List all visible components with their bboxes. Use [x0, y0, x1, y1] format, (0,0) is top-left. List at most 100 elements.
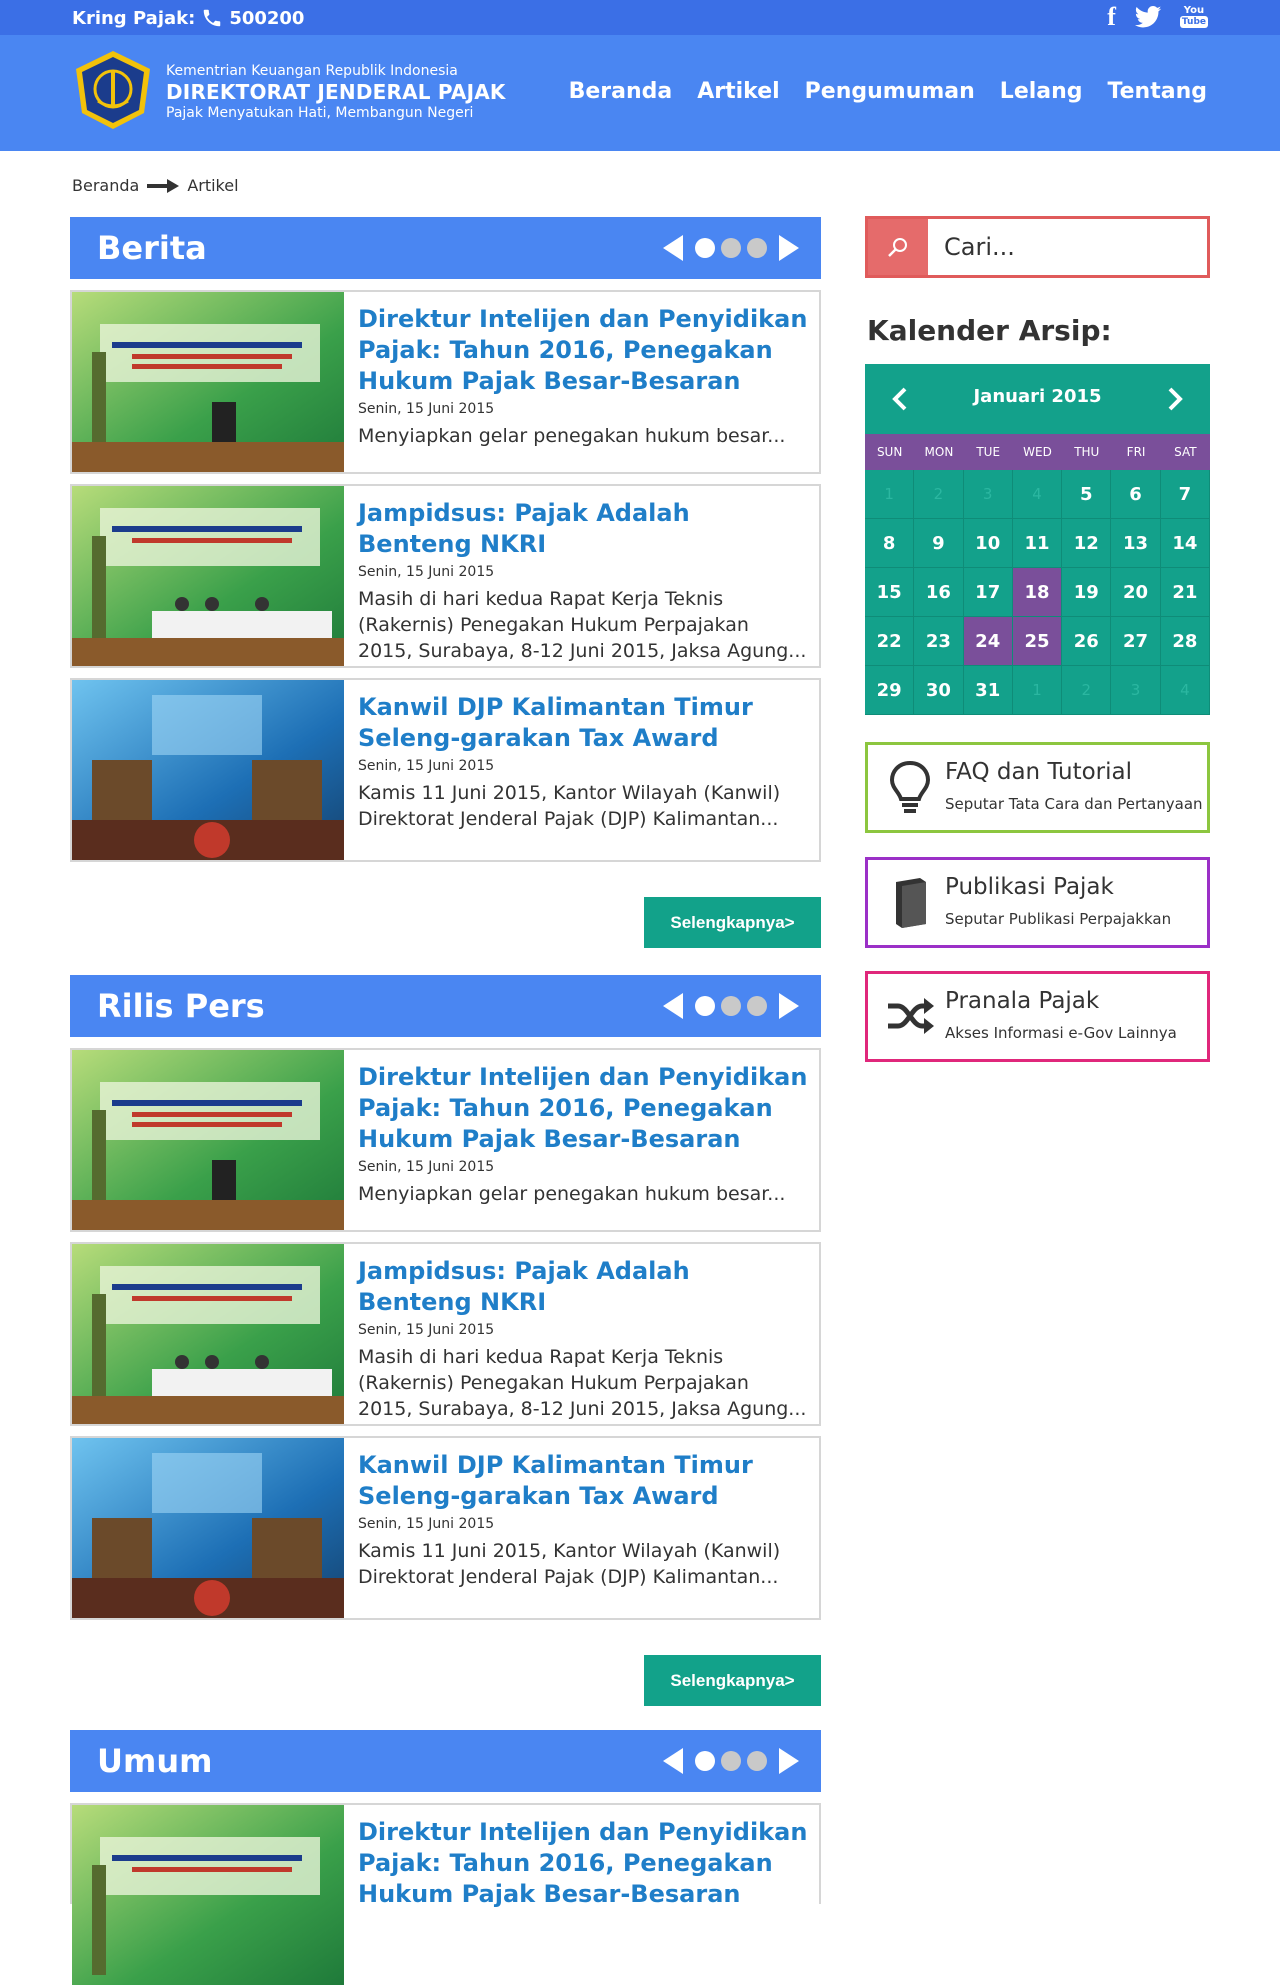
search-input[interactable] [928, 219, 1198, 275]
article-title[interactable]: Kanwil DJP Kalimantan Timur Seleng-garak… [358, 1450, 808, 1512]
weekday-label: MON [924, 445, 954, 459]
calendar-day[interactable]: 28 [1160, 617, 1210, 666]
article-thumbnail[interactable] [72, 1050, 344, 1230]
calendar-day[interactable]: 27 [1111, 617, 1161, 666]
article-title[interactable]: Kanwil DJP Kalimantan Timur Seleng-garak… [358, 692, 808, 754]
calendar-day[interactable]: 5 [1062, 470, 1112, 519]
pager-dot[interactable] [747, 1751, 767, 1771]
calendar-day[interactable]: 7 [1160, 470, 1210, 519]
calendar-day[interactable]: 23 [914, 617, 964, 666]
section-title: Rilis Pers [97, 987, 265, 1025]
calendar-day[interactable]: 13 [1111, 519, 1161, 568]
nav-lelang[interactable]: Lelang [1000, 79, 1083, 104]
main-nav: Beranda Artikel Pengumuman Lelang Tentan… [569, 79, 1207, 104]
prev-arrow-icon[interactable] [663, 993, 683, 1019]
calendar-day[interactable]: 11 [1012, 519, 1063, 568]
calendar-header: Januari 2015 [865, 364, 1210, 434]
nav-tentang[interactable]: Tentang [1108, 79, 1207, 104]
article-card[interactable]: Direktur Intelijen dan Penyidikan Pajak:… [70, 1803, 821, 1985]
article-card[interactable]: Kanwil DJP Kalimantan Timur Seleng-garak… [70, 1436, 821, 1620]
article-thumbnail[interactable] [72, 292, 344, 472]
article-date: Senin, 15 Juni 2015 [358, 401, 495, 417]
read-more-button[interactable]: Selengkapnya> [644, 897, 821, 948]
calendar-day[interactable]: 20 [1111, 568, 1161, 617]
article-title[interactable]: Jampidsus: Pajak Adalah Benteng NKRI [358, 498, 808, 560]
article-excerpt: Menyiapkan gelar penegakan hukum besar..… [358, 1183, 786, 1205]
pager-dot[interactable] [695, 238, 715, 258]
calendar-day[interactable]: 9 [914, 519, 964, 568]
pager-dot[interactable] [695, 1751, 715, 1771]
pager-dot[interactable] [721, 1751, 741, 1771]
youtube-icon[interactable]: You Tube [1179, 6, 1208, 28]
calendar-day[interactable]: 26 [1062, 617, 1112, 666]
calendar-day[interactable]: 12 [1062, 519, 1112, 568]
pager-dot[interactable] [747, 238, 767, 258]
article-card[interactable]: Direktur Intelijen dan Penyidikan Pajak:… [70, 1048, 821, 1232]
brand-text[interactable]: Kementrian Keuangan Republik Indonesia D… [166, 63, 506, 121]
article-title[interactable]: Direktur Intelijen dan Penyidikan Pajak:… [358, 1817, 808, 1910]
nav-pengumuman[interactable]: Pengumuman [805, 79, 975, 104]
calendar-day[interactable]: 15 [865, 568, 915, 617]
pager-dot[interactable] [721, 996, 741, 1016]
article-thumbnail[interactable] [72, 1438, 344, 1618]
calendar-day[interactable]: 17 [963, 568, 1013, 617]
nav-beranda[interactable]: Beranda [569, 79, 673, 104]
article-thumbnail[interactable] [72, 1805, 344, 1985]
calendar-day-outside: 3 [1111, 666, 1161, 715]
prev-arrow-icon[interactable] [663, 235, 683, 261]
section-title: Berita [97, 229, 207, 267]
next-arrow-icon[interactable] [779, 993, 799, 1019]
article-title[interactable]: Direktur Intelijen dan Penyidikan Pajak:… [358, 1062, 808, 1155]
calendar-day[interactable]: 24 [963, 617, 1013, 666]
pager-dot[interactable] [721, 238, 741, 258]
article-card[interactable]: Direktur Intelijen dan Penyidikan Pajak:… [70, 290, 821, 474]
pager-dot[interactable] [695, 996, 715, 1016]
calendar-title: Kalender Arsip: [867, 314, 1112, 347]
faq-tutorial-box[interactable]: FAQ dan Tutorial Seputar Tata Cara dan P… [865, 742, 1210, 833]
calendar-day[interactable]: 10 [963, 519, 1013, 568]
article-title[interactable]: Jampidsus: Pajak Adalah Benteng NKRI [358, 1256, 808, 1318]
calendar-day[interactable]: 19 [1062, 568, 1112, 617]
calendar-day[interactable]: 29 [865, 666, 915, 715]
calendar-day[interactable]: 14 [1160, 519, 1210, 568]
pager-dot[interactable] [747, 996, 767, 1016]
calendar-day[interactable]: 30 [914, 666, 964, 715]
calendar-day[interactable]: 16 [914, 568, 964, 617]
arrow-right-icon [147, 178, 180, 193]
article-thumbnail[interactable] [72, 486, 344, 666]
article-card[interactable]: Jampidsus: Pajak Adalah Benteng NKRI Sen… [70, 484, 821, 668]
calendar-day[interactable]: 8 [865, 519, 915, 568]
calendar-day[interactable]: 31 [963, 666, 1013, 715]
nav-artikel[interactable]: Artikel [697, 79, 779, 104]
calendar-day[interactable]: 25 [1012, 617, 1063, 666]
weekday-label: FRI [1126, 445, 1146, 459]
pranala-pajak-box[interactable]: Pranala Pajak Akses Informasi e-Gov Lain… [865, 971, 1210, 1062]
next-arrow-icon[interactable] [779, 235, 799, 261]
kemenkeu-logo[interactable] [72, 49, 154, 131]
twitter-icon[interactable] [1134, 6, 1162, 28]
calendar-day[interactable]: 21 [1160, 568, 1210, 617]
search-button[interactable] [868, 219, 928, 275]
hotline-number[interactable]: 500200 [229, 8, 304, 29]
section-header-rilis-pers: Rilis Pers [70, 975, 821, 1037]
breadcrumb-home[interactable]: Beranda [72, 176, 139, 195]
facebook-icon[interactable]: f [1107, 4, 1116, 30]
search-icon [888, 238, 907, 257]
chevron-right-icon[interactable] [1164, 386, 1186, 412]
box-title: Pranala Pajak [945, 988, 1100, 1014]
top-bar: Kring Pajak: 500200 f You Tube [0, 0, 1280, 35]
read-more-button[interactable]: Selengkapnya> [644, 1655, 821, 1706]
calendar-day-outside: 4 [1012, 470, 1063, 519]
prev-arrow-icon[interactable] [663, 1748, 683, 1774]
calendar-day[interactable]: 22 [865, 617, 915, 666]
publikasi-pajak-box[interactable]: Publikasi Pajak Seputar Publikasi Perpaj… [865, 857, 1210, 948]
article-card[interactable]: Jampidsus: Pajak Adalah Benteng NKRI Sen… [70, 1242, 821, 1426]
next-arrow-icon[interactable] [779, 1748, 799, 1774]
calendar-day[interactable]: 6 [1111, 470, 1161, 519]
article-title[interactable]: Direktur Intelijen dan Penyidikan Pajak:… [358, 304, 808, 397]
article-body: Jampidsus: Pajak Adalah Benteng NKRI Sen… [358, 498, 808, 664]
article-card[interactable]: Kanwil DJP Kalimantan Timur Seleng-garak… [70, 678, 821, 862]
article-thumbnail[interactable] [72, 680, 344, 860]
article-thumbnail[interactable] [72, 1244, 344, 1424]
calendar-day[interactable]: 18 [1012, 568, 1063, 617]
